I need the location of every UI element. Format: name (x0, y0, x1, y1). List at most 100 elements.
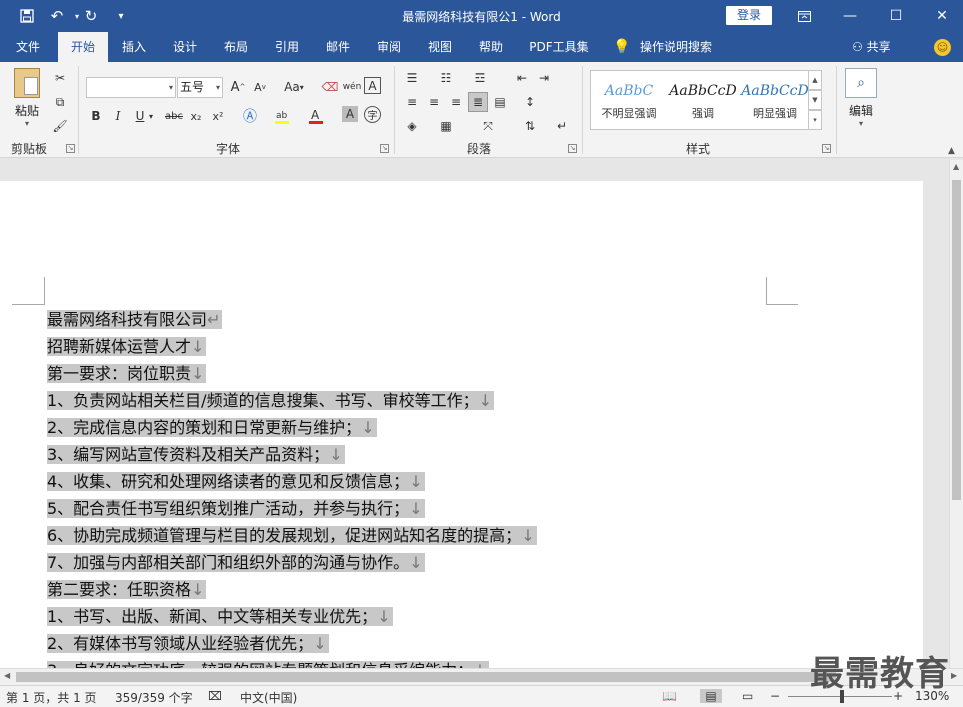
document-line[interactable]: 最需网络科技有限公司↵ (47, 307, 537, 334)
tab-view[interactable]: 视图 (418, 32, 462, 62)
font-name-combo[interactable]: ▾ (86, 77, 176, 98)
tab-home[interactable]: 开始 (58, 32, 108, 62)
font-color-icon[interactable]: A (306, 106, 326, 126)
underline-dropdown-icon[interactable]: ▾ (146, 106, 156, 126)
document-line[interactable]: 5、配合责任书写组织策划推广活动，并参与执行；↓ (47, 496, 537, 523)
style-emphasis[interactable]: AaBbCcD 强调 (667, 75, 739, 127)
scroll-left-icon[interactable]: ◀ (4, 671, 10, 680)
sort-icon[interactable]: ⇅ (520, 116, 540, 136)
character-shading-icon[interactable]: A (342, 106, 358, 122)
copy-icon[interactable]: ⧉ (50, 92, 70, 112)
show-marks-icon[interactable]: ↵ (552, 116, 572, 136)
shrink-font-button[interactable]: Av (250, 77, 270, 97)
read-mode-icon[interactable]: 📖 (662, 689, 677, 703)
ribbon-display-options-icon[interactable] (781, 0, 827, 32)
horizontal-scroll-thumb[interactable] (16, 672, 836, 682)
lightbulb-icon[interactable]: 💡 (612, 32, 632, 62)
tab-help[interactable]: 帮助 (469, 32, 513, 62)
strikethrough-button[interactable]: abc (164, 106, 184, 126)
feedback-smiley-icon[interactable]: ☺ (934, 39, 951, 56)
subscript-button[interactable]: x₂ (186, 106, 206, 126)
shading-icon[interactable]: ◈ (402, 116, 422, 136)
phonetic-guide-button[interactable]: wén (342, 77, 362, 97)
chinese-layout-icon[interactable]: ⤧ (478, 116, 498, 136)
page-count[interactable]: 第 1 页，共 1 页 (6, 689, 97, 706)
paste-button[interactable]: 粘贴 ▾ (10, 68, 44, 130)
bullets-icon[interactable]: ☰ (402, 68, 422, 88)
decrease-indent-icon[interactable]: ⇤ (512, 68, 532, 88)
proofing-icon[interactable]: ⌧ (208, 689, 222, 703)
style-intense-emphasis[interactable]: AaBbCcD 明显强调 (739, 75, 811, 127)
scroll-up-icon[interactable]: ▲ (953, 162, 959, 171)
tab-mailings[interactable]: 邮件 (316, 32, 360, 62)
document-page[interactable]: 最需网络科技有限公司↵ 招聘新媒体运营人才↓ 第一要求：岗位职责↓ 1、负责网站相关栏… (0, 181, 923, 668)
document-text[interactable]: 最需网络科技有限公司↵ 招聘新媒体运营人才↓ 第一要求：岗位职责↓ 1、负责网站相关栏… (47, 307, 537, 668)
minimize-button[interactable]: — (827, 0, 873, 32)
document-line[interactable]: 4、收集、研究和处理网络读者的意见和反馈信息；↓ (47, 469, 537, 496)
document-line[interactable]: 2、完成信息内容的策划和日常更新与维护；↓ (47, 415, 537, 442)
change-case-button[interactable]: Aa ▾ (280, 77, 308, 97)
document-line[interactable]: 6、协助完成频道管理与栏目的发展规划，促进网站知名度的提高；↓ (47, 523, 537, 550)
tab-design[interactable]: 设计 (163, 32, 207, 62)
scroll-right-icon[interactable]: ▶ (951, 671, 957, 680)
document-line[interactable]: 2、有媒体书写领域从业经验者优先；↓ (47, 631, 537, 658)
document-line[interactable]: 3、编写网站宣传资料及相关产品资料；↓ (47, 442, 537, 469)
align-left-icon[interactable]: ≡ (402, 92, 422, 112)
maximize-button[interactable]: ☐ (873, 0, 919, 32)
align-center-icon[interactable]: ≡ (424, 92, 444, 112)
numbering-icon[interactable]: ☷ (436, 68, 456, 88)
login-button[interactable]: 登录 (726, 6, 772, 25)
increase-indent-icon[interactable]: ⇥ (534, 68, 554, 88)
zoom-out-button[interactable]: − (770, 689, 780, 703)
document-line[interactable]: 1、书写、出版、新闻、中文等相关专业优先；↓ (47, 604, 537, 631)
superscript-button[interactable]: x² (208, 106, 228, 126)
line-spacing-icon[interactable]: ↕ (520, 92, 540, 112)
clipboard-launcher-icon[interactable]: ↘ (66, 144, 75, 153)
document-line[interactable]: 招聘新媒体运营人才↓ (47, 334, 537, 361)
font-size-combo[interactable]: 五号 ▾ (177, 77, 223, 98)
tab-references[interactable]: 引用 (265, 32, 309, 62)
italic-button[interactable]: I (108, 106, 128, 126)
styles-scroll-down-icon[interactable]: ▼ (808, 90, 822, 110)
document-line[interactable]: 3、良好的文字功底，较强的网站专题策划和信息采编能力；↓ (47, 658, 537, 668)
language-indicator[interactable]: 中文(中国) (240, 689, 297, 706)
paste-dropdown-icon[interactable]: ▾ (10, 119, 44, 128)
share-button[interactable]: ⚇ 共享 (852, 32, 891, 62)
justify-icon[interactable]: ≣ (468, 92, 488, 112)
multilevel-list-icon[interactable]: ☲ (470, 68, 490, 88)
enclose-characters-icon[interactable]: 字 (364, 106, 381, 123)
styles-launcher-icon[interactable]: ↘ (822, 144, 831, 153)
print-layout-icon[interactable]: ▤ (700, 689, 722, 703)
style-subtle-emphasis[interactable]: AaBbC 不明显强调 (593, 75, 665, 127)
editing-button[interactable]: ⌕ 编辑 ▾ (844, 68, 878, 130)
document-line[interactable]: 第一要求：岗位职责↓ (47, 361, 537, 388)
styles-scroll-up-icon[interactable]: ▲ (808, 70, 822, 90)
document-line[interactable]: 第二要求：任职资格↓ (47, 577, 537, 604)
highlight-color-icon[interactable]: ab (272, 106, 292, 126)
grow-font-button[interactable]: A ^ (228, 77, 248, 97)
text-effects-icon[interactable]: Ⓐ (240, 106, 260, 126)
clear-formatting-icon[interactable]: ⌫ (320, 77, 340, 97)
vertical-scroll-thumb[interactable] (952, 180, 961, 500)
borders-icon[interactable]: ▦ (436, 116, 456, 136)
paragraph-launcher-icon[interactable]: ↘ (568, 144, 577, 153)
vertical-scrollbar[interactable]: ▲ (949, 160, 963, 668)
tab-layout[interactable]: 布局 (214, 32, 258, 62)
character-border-button[interactable]: A (364, 77, 381, 94)
document-line[interactable]: 1、负责网站相关栏目/频道的信息搜集、书写、审校等工作；↓ (47, 388, 537, 415)
font-launcher-icon[interactable]: ↘ (380, 144, 389, 153)
web-layout-icon[interactable]: ▭ (742, 689, 753, 703)
tab-file[interactable]: 文件 (6, 32, 50, 62)
document-line[interactable]: 7、加强与内部相关部门和组织外部的沟通与协作。↓ (47, 550, 537, 577)
cut-icon[interactable]: ✂ (50, 68, 70, 88)
bold-button[interactable]: B (86, 106, 106, 126)
align-right-icon[interactable]: ≡ (446, 92, 466, 112)
format-painter-icon[interactable]: 🖌 (50, 116, 70, 136)
distributed-icon[interactable]: ▤ (490, 92, 510, 112)
close-button[interactable]: ✕ (919, 0, 963, 32)
styles-more-icon[interactable]: ▾ (808, 110, 822, 130)
tab-insert[interactable]: 插入 (112, 32, 156, 62)
collapse-ribbon-icon[interactable]: ▲ (948, 146, 955, 156)
tab-pdf-tools[interactable]: PDF工具集 (524, 32, 594, 62)
tab-review[interactable]: 审阅 (367, 32, 411, 62)
